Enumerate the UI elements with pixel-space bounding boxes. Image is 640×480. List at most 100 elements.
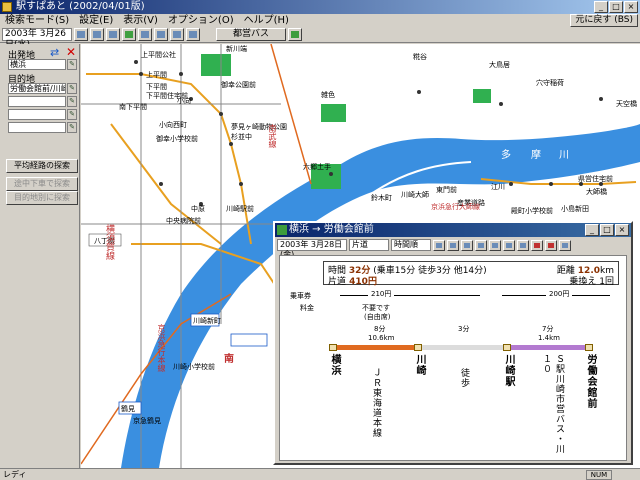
station-roudou-kaikan-mae[interactable]: 労働会館前 [583, 354, 598, 409]
line-bus[interactable]: Ｓ駅川崎市営バス・川１０ [540, 354, 566, 460]
line-jr-tokaido[interactable]: ＪＲ東海道本線 [370, 368, 383, 438]
map-station-label: 大師橋 [586, 188, 607, 196]
bus-icon[interactable] [288, 28, 303, 41]
station-marker [329, 344, 337, 351]
segment-1-time: 8分 [374, 325, 386, 333]
fee-free-note: (自由席) [364, 313, 391, 321]
route-summary: 時間 32分 (乗車15分 徒歩3分 他14分) 片道 410円 距離 12.0… [323, 261, 619, 287]
map-station-label: 杉並中 [231, 133, 252, 141]
park-area [201, 54, 231, 76]
print-icon[interactable] [138, 28, 152, 41]
park-area [473, 89, 491, 103]
route-window-icon [277, 225, 287, 235]
average-route-search-button[interactable]: 平均経路の探索 [6, 159, 78, 173]
river-label: 摩 [531, 150, 541, 161]
calendar-icon[interactable] [74, 28, 88, 41]
fare-1: 210円 [368, 289, 395, 299]
close-button[interactable]: × [624, 1, 638, 13]
park-area [321, 104, 346, 122]
menu-help[interactable]: ヘルプ(H) [239, 14, 294, 27]
fare-type-select[interactable]: 片道 [349, 239, 389, 251]
route-map-icon[interactable] [461, 239, 473, 251]
clear-icon[interactable]: ✕ [66, 45, 76, 59]
to-input-3[interactable] [8, 109, 66, 120]
save-icon[interactable] [503, 239, 515, 251]
print-icon[interactable] [489, 239, 501, 251]
station-yokohama[interactable]: 横浜 [327, 354, 342, 376]
minimize-button[interactable]: _ [594, 1, 608, 13]
route-minimize-button[interactable]: _ [585, 224, 599, 236]
menu-view[interactable]: 表示(V) [118, 14, 163, 27]
route-date-field[interactable]: 2003年 3月28日(金) [277, 239, 347, 259]
prev-route-icon[interactable] [531, 239, 543, 251]
edit-to-3-icon[interactable]: ✎ [67, 109, 77, 120]
history-icon[interactable] [170, 28, 184, 41]
station-kawasaki-eki[interactable]: 川崎駅 [501, 354, 516, 387]
next-route-icon[interactable] [545, 239, 557, 251]
station-marker [414, 344, 422, 351]
swap-icon[interactable]: ⇄ [50, 46, 59, 59]
bus-segment-bar [510, 345, 586, 350]
menu-bar: 検索モード(S) 設定(E) 表示(V) オプション(O) ヘルプ(H) [0, 14, 640, 27]
to-input-1[interactable]: 労働会館前/川崎 [8, 83, 66, 94]
table-view-icon[interactable] [433, 239, 445, 251]
timetable-icon[interactable] [447, 239, 459, 251]
line-walk: 徒歩 [459, 368, 469, 388]
maximize-button[interactable]: □ [609, 1, 623, 13]
fee-label: 料金 [300, 304, 314, 312]
line-label-yokosuka: 横須賀線 [104, 224, 114, 260]
menu-search-mode[interactable]: 検索モード(S) [0, 14, 74, 27]
segment-3-time: 7分 [542, 325, 554, 333]
line-label-daishi: 京浜急行大師線 [431, 203, 480, 211]
undo-button[interactable]: 元に戻す (BS) [570, 14, 638, 27]
window-title-bar[interactable]: 駅すぱあと (2002/04/01版) _ □ × [0, 0, 640, 14]
from-input[interactable]: 横浜 [8, 59, 66, 70]
route-close-button[interactable]: × [615, 224, 629, 236]
map-station-label: 川崎駅前 [226, 205, 254, 213]
app-icon [2, 2, 12, 12]
map-station-label: 川崎大師 [401, 191, 429, 199]
map-station-label: 川崎小学校前 [173, 363, 215, 371]
route-maximize-button[interactable]: □ [600, 224, 614, 236]
map-station-label: 南下平間 [119, 103, 147, 111]
edit-to-4-icon[interactable]: ✎ [67, 122, 77, 133]
num-lock-indicator: NUM [586, 470, 612, 480]
station-box [230, 333, 268, 347]
menu-settings[interactable]: 設定(E) [74, 14, 118, 27]
zoom-icon[interactable] [122, 28, 136, 41]
map-station-label: 川崎新町 [193, 317, 221, 325]
copy-icon[interactable] [154, 28, 168, 41]
date-field[interactable]: 2003年 3月26日(水) [2, 28, 72, 50]
menu-options[interactable]: オプション(O) [163, 14, 239, 27]
station-kawasaki[interactable]: 川崎 [412, 354, 427, 376]
map-station-label: 御幸小学校前 [156, 135, 198, 143]
destination-search-button[interactable]: 目的地別に探索 [6, 191, 78, 205]
window-icon[interactable] [186, 28, 200, 41]
to-input-4[interactable] [8, 122, 66, 133]
map-icon[interactable] [106, 28, 120, 41]
map-station-label: 大鳥居 [489, 61, 510, 69]
route-window-title-bar[interactable]: 横浜 → 労働会館前 _ □ × [275, 223, 631, 237]
camera-icon[interactable] [517, 239, 529, 251]
map-station-label: 県営住宅前 [578, 175, 613, 183]
route-result-window[interactable]: 横浜 → 労働会館前 _ □ × 2003年 3月28日(金) 片道 時間順 時… [273, 221, 633, 465]
river-label: 川 [559, 150, 569, 161]
map-station-label: 殿町小学校前 [511, 207, 553, 215]
copy-icon[interactable] [559, 239, 571, 251]
route-icon[interactable] [90, 28, 104, 41]
window-title: 駅すぱあと (2002/04/01版) [16, 1, 145, 12]
edit-to-2-icon[interactable]: ✎ [67, 96, 77, 107]
bus-company-button[interactable]: 都営バス [216, 28, 287, 41]
edit-to-1-icon[interactable]: ✎ [67, 83, 77, 94]
map-station-label: 鶴見 [121, 405, 135, 413]
sort-type-select[interactable]: 時間順 [391, 239, 431, 251]
to-input-2[interactable] [8, 96, 66, 107]
commuter-pass-icon[interactable] [475, 239, 487, 251]
edit-from-icon[interactable]: ✎ [67, 59, 77, 70]
segment-3-distance: 1.4km [538, 334, 561, 342]
map-station-label: 穴守稲荷 [536, 79, 564, 87]
river-label: 多 [501, 150, 511, 161]
map-station-label: 御幸公園前 [221, 81, 256, 89]
search-sidebar: 出発地 ⇄ ✕ 横浜 ✎ 目的地 労働会館前/川崎 ✎ ✎ ✎ ✎ 平均経路の探… [0, 44, 80, 468]
stopover-search-button[interactable]: 途中下車で探索 [6, 177, 78, 191]
